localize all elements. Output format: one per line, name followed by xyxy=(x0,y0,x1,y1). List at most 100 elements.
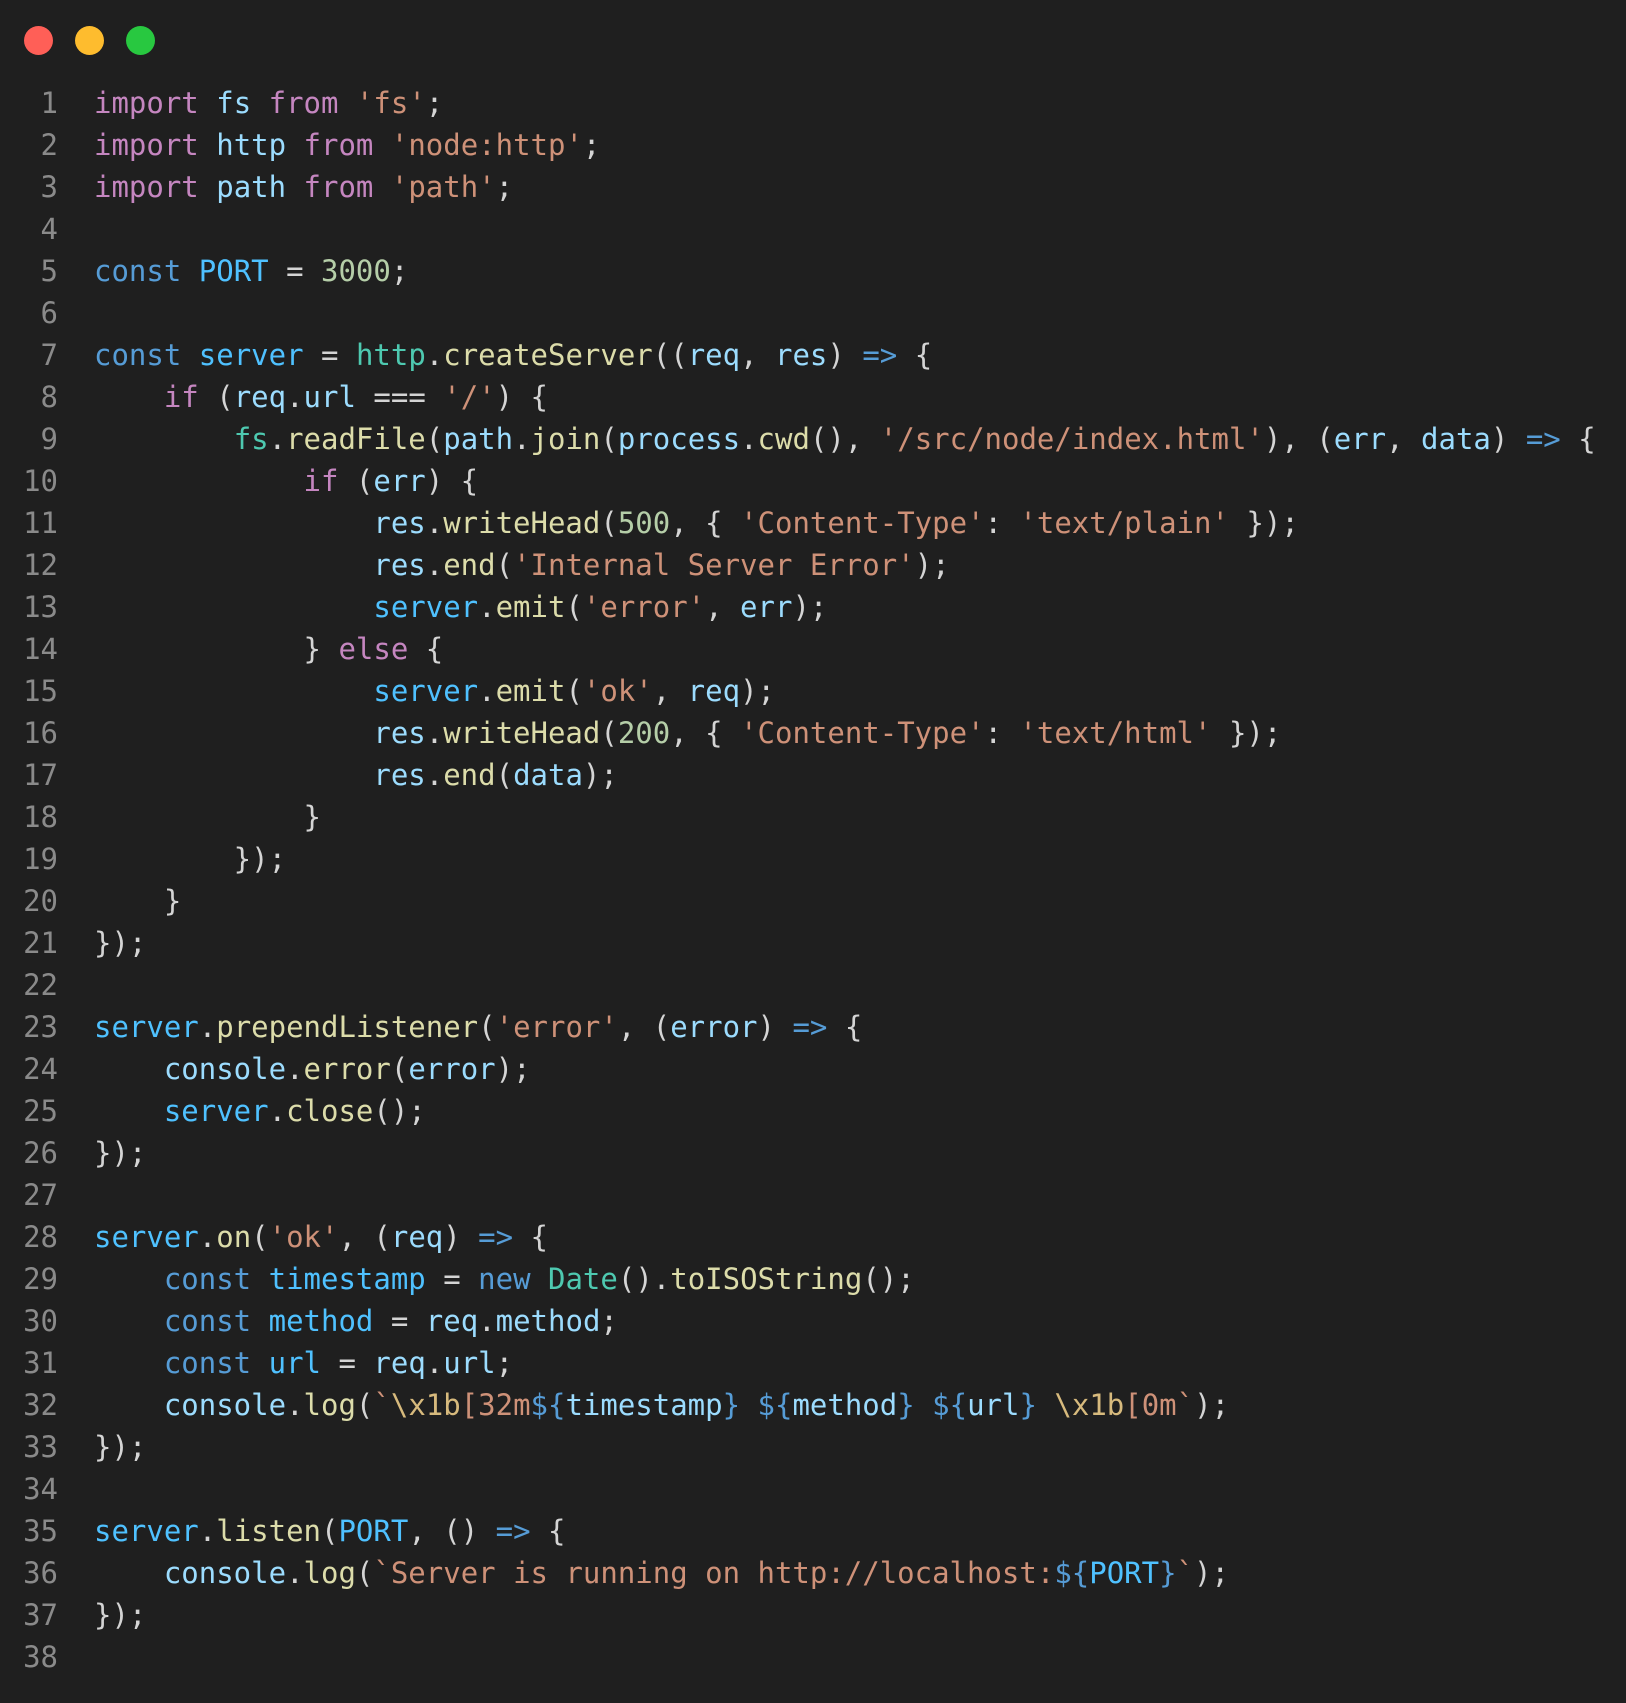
code-token: url xyxy=(443,1346,496,1380)
code-token: 'ok' xyxy=(268,1220,339,1254)
code-line: 25 server.close(); xyxy=(0,1090,1626,1132)
code-line: 10 if (err) { xyxy=(0,460,1626,502)
line-source: res.writeHead(500, { 'Content-Type': 'te… xyxy=(58,502,1298,544)
line-number: 5 xyxy=(40,254,58,288)
code-token: err xyxy=(740,590,793,624)
code-token: . xyxy=(425,506,444,540)
line-source xyxy=(58,208,94,250)
line-number: 37 xyxy=(23,1598,58,1632)
code-token: = xyxy=(268,254,322,288)
code-token: . xyxy=(268,422,287,456)
minimize-icon[interactable] xyxy=(75,26,104,55)
close-icon[interactable] xyxy=(24,26,53,55)
code-token: const xyxy=(94,338,182,372)
code-token: ) xyxy=(1490,422,1526,456)
code-token: }); xyxy=(94,1136,147,1170)
code-token: ) xyxy=(827,338,863,372)
code-token: }); xyxy=(94,926,147,960)
code-token: ( xyxy=(600,716,618,750)
code-token: console xyxy=(163,1388,287,1422)
code-token: console xyxy=(163,1556,287,1590)
code-token: : xyxy=(984,506,1020,540)
code-token: ( xyxy=(425,422,444,456)
code-token: ${ xyxy=(932,1388,968,1422)
code-token: , ( xyxy=(617,1010,671,1044)
line-source: console.error(error); xyxy=(58,1048,531,1090)
code-token: 'Content-Type' xyxy=(740,506,985,540)
code-line: 19 }); xyxy=(0,838,1626,880)
line-number: 32 xyxy=(23,1388,58,1422)
code-token: ; xyxy=(425,86,444,120)
code-token: ; xyxy=(495,170,514,204)
line-source: if (req.url === '/') { xyxy=(58,376,548,418)
line-number: 16 xyxy=(23,716,58,750)
code-token: 'text/plain' xyxy=(1019,506,1229,540)
code-token: => xyxy=(478,1220,514,1254)
code-token: PORT xyxy=(338,1514,409,1548)
line-number: 8 xyxy=(40,380,58,414)
code-token: , ( xyxy=(338,1220,391,1254)
code-token: end xyxy=(443,548,496,582)
code-line: 2 import http from 'node:http'; xyxy=(0,124,1626,166)
code-token: . xyxy=(286,1052,304,1086)
code-editor[interactable]: 1 import fs from 'fs'; 2 import http from '… xyxy=(0,82,1626,1678)
code-token: ( xyxy=(600,422,618,456)
code-token: server xyxy=(198,338,304,372)
line-source: server.prependListener('error', (error) … xyxy=(58,1006,862,1048)
code-line: 3 import path from 'path'; xyxy=(0,166,1626,208)
code-token: = xyxy=(373,1304,426,1338)
code-line: 9 fs.readFile(path.join(process.cwd(), '… xyxy=(0,418,1626,460)
line-number: 29 xyxy=(23,1262,58,1296)
code-token: ( xyxy=(390,1052,409,1086)
line-source: res.end(data); xyxy=(58,754,617,796)
code-token: . xyxy=(198,1010,217,1044)
code-token: writeHead xyxy=(443,506,601,540)
code-token: ) xyxy=(757,1010,793,1044)
code-token: ); xyxy=(495,1052,531,1086)
code-token: . xyxy=(478,590,496,624)
code-token: : xyxy=(984,716,1020,750)
code-line: 23 server.prependListener('error', (error… xyxy=(0,1006,1626,1048)
code-token: prependListener xyxy=(216,1010,479,1044)
line-source xyxy=(58,1468,94,1510)
code-token: . xyxy=(286,380,304,414)
code-token: 'error' xyxy=(495,1010,618,1044)
code-token: . xyxy=(513,422,531,456)
line-number: 6 xyxy=(40,296,58,330)
code-token: . xyxy=(425,548,444,582)
line-source: const PORT = 3000; xyxy=(58,250,408,292)
code-token: if xyxy=(163,380,199,414)
line-source: server.emit('ok', req); xyxy=(58,670,775,712)
code-token: on xyxy=(216,1220,252,1254)
zoom-icon[interactable] xyxy=(126,26,155,55)
code-token: Date xyxy=(548,1262,618,1296)
code-token: close xyxy=(286,1094,374,1128)
code-token: ; xyxy=(582,128,601,162)
code-line: 38 xyxy=(0,1636,1626,1678)
line-number: 7 xyxy=(40,338,58,372)
code-token: . xyxy=(286,1388,304,1422)
code-token: ( xyxy=(565,674,583,708)
code-token: emit xyxy=(495,674,566,708)
code-token: ` xyxy=(373,1388,391,1422)
code-token: fs xyxy=(233,422,269,456)
code-token: ) { xyxy=(425,464,479,498)
line-source: server.on('ok', (req) => { xyxy=(58,1216,548,1258)
code-token: timestamp xyxy=(268,1262,426,1296)
code-token: } xyxy=(94,884,182,918)
code-token: ( xyxy=(495,758,514,792)
code-token: { xyxy=(408,632,444,666)
code-token: . xyxy=(425,758,444,792)
code-token: }); xyxy=(94,842,287,876)
code-line: 33}); xyxy=(0,1426,1626,1468)
code-line: 12 res.end('Internal Server Error'); xyxy=(0,544,1626,586)
